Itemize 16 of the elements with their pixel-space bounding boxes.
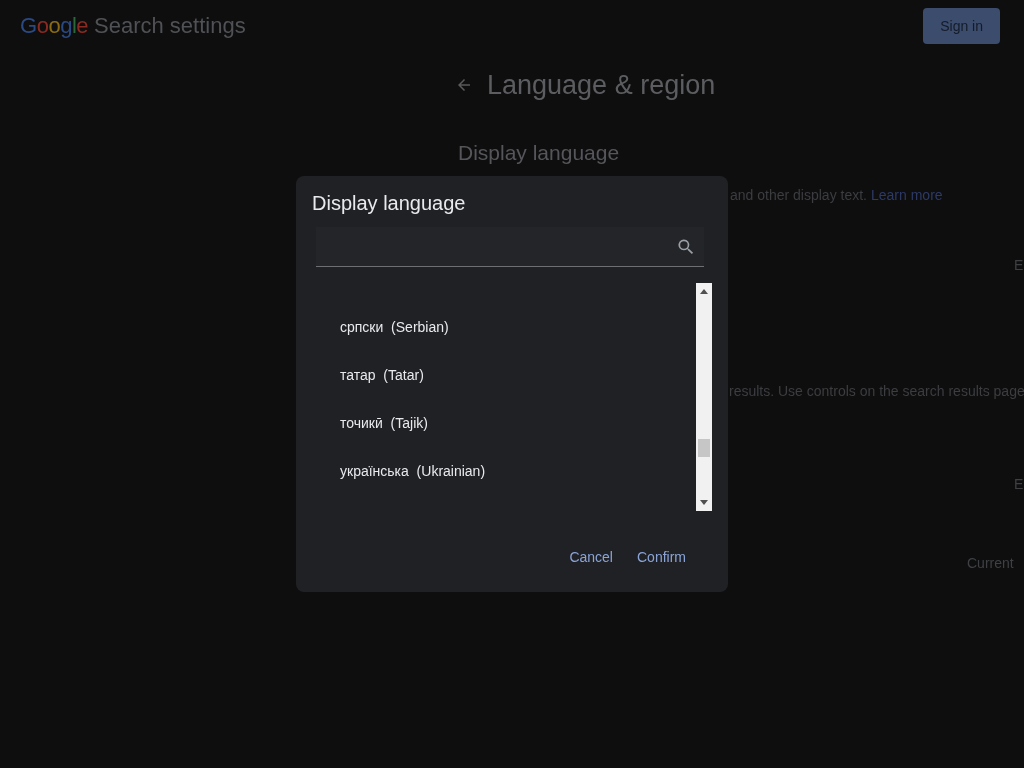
scroll-down-icon[interactable]: [700, 500, 708, 505]
dialog-title: Display language: [312, 192, 467, 215]
logo: Google: [20, 13, 88, 39]
language-option[interactable]: точикӣ (Tajik): [340, 414, 696, 432]
language-option[interactable]: српски (Serbian): [340, 318, 696, 336]
app-title: Search settings: [94, 13, 246, 39]
scrollbar[interactable]: [696, 283, 712, 511]
page-title: Language & region: [487, 69, 716, 101]
language-option[interactable]: українська (Ukrainian): [340, 462, 696, 480]
search-field[interactable]: [316, 227, 704, 267]
scroll-up-icon[interactable]: [700, 289, 708, 294]
scrollbar-thumb[interactable]: [698, 439, 710, 457]
cancel-button[interactable]: Cancel: [561, 543, 621, 571]
section-title: Display language: [458, 141, 621, 165]
confirm-button[interactable]: Confirm: [629, 543, 694, 571]
language-option[interactable]: татар (Tatar): [340, 366, 696, 384]
